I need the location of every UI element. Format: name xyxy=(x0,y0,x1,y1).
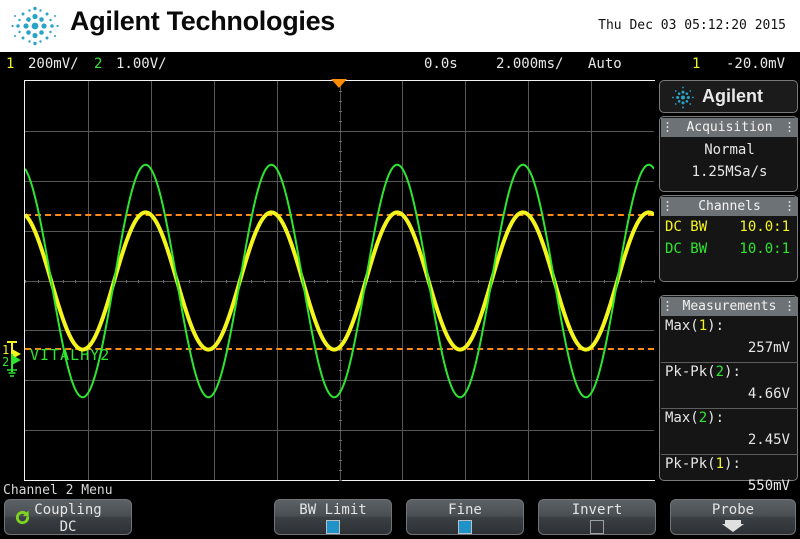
divider xyxy=(661,362,798,363)
acquisition-panel[interactable]: Acquisition Normal 1.25MSa/s xyxy=(659,116,798,192)
app-header: Agilent Technologies Thu Dec 03 05:12:20… xyxy=(0,0,800,52)
ch1-coupling: DC BW xyxy=(665,219,708,235)
softkey-value: DC xyxy=(59,519,77,535)
measurement-label-prefix: Max( xyxy=(665,318,699,334)
brand-title: Agilent Technologies xyxy=(70,6,336,36)
ch1-probe-ratio: 10.0:1 xyxy=(739,219,790,235)
measurement-source: 1 xyxy=(698,318,708,334)
ch2-volts-per-div[interactable]: 1.00V/ xyxy=(116,56,167,72)
waveform-display[interactable]: 1 2 VITALHY2 xyxy=(0,79,655,482)
ch2-probe-ratio: 10.0:1 xyxy=(739,241,790,257)
measurement-label: Pk-Pk(1): xyxy=(665,456,741,472)
softkey-label: Invert xyxy=(571,502,623,518)
ch1-indicator[interactable]: 1 xyxy=(6,56,14,72)
measurement-label-suffix: ): xyxy=(707,318,725,334)
measurement-label: Pk-Pk(2): xyxy=(665,364,741,380)
panel-grip-left xyxy=(666,300,669,311)
softkey-fine[interactable]: Fine xyxy=(406,499,524,535)
acquisition-mode: Normal xyxy=(704,142,755,158)
measurement-value: 550mV xyxy=(747,478,790,494)
measurement-label-suffix: ): xyxy=(724,456,741,472)
softkey-coupling[interactable]: Coupling DC xyxy=(4,499,132,535)
panel-grip-left xyxy=(666,200,669,211)
agilent-starburst-logo xyxy=(11,6,59,46)
softkey-bw-limit[interactable]: BW Limit xyxy=(274,499,392,535)
waveform-traces xyxy=(25,163,654,399)
softkey-label: Probe xyxy=(711,502,755,518)
measurements-title: Measurements xyxy=(661,297,798,316)
panel-grip-right xyxy=(788,121,791,132)
date-time: Thu Dec 03 05:12:20 2015 xyxy=(598,18,786,33)
softkey-label: Fine xyxy=(448,502,482,518)
sidebar-brand: Agilent xyxy=(659,80,798,113)
status-bar: 1 200mV/ 2 1.00V/ 0.0s 2.000ms/ Auto 1 -… xyxy=(0,52,800,124)
acquisition-title: Acquisition xyxy=(661,118,798,137)
measurement-value: 257mV xyxy=(747,340,790,356)
down-arrow-icon xyxy=(722,520,744,532)
ch2-coupling: DC BW xyxy=(665,241,708,257)
softkey-probe[interactable]: Probe xyxy=(670,499,796,535)
ch2-indicator[interactable]: 2 xyxy=(94,56,102,72)
measurement-source: 2 xyxy=(715,364,725,380)
trace-channel-2 xyxy=(25,163,654,399)
channels-panel[interactable]: Channels DC BW 10.0:1 DC BW 10.0:1 xyxy=(659,195,798,282)
softkey-invert[interactable]: Invert xyxy=(538,499,656,535)
measurement-label-prefix: Pk-Pk( xyxy=(665,456,716,472)
panel-grip-left xyxy=(666,121,669,132)
measurement-source: 1 xyxy=(715,456,725,472)
agilent-starburst-logo xyxy=(672,86,694,109)
invert-checkbox[interactable] xyxy=(590,520,604,534)
measurement-label: Max(2): xyxy=(665,410,724,426)
measurement-value: 2.45V xyxy=(747,432,790,448)
time-position[interactable]: 0.0s xyxy=(424,56,458,72)
ch1-volts-per-div[interactable]: 200mV/ xyxy=(28,56,79,72)
measurement-source: 2 xyxy=(698,410,708,426)
sidebar-brand-text: Agilent xyxy=(702,86,763,106)
oscilloscope-screen: Agilent Technologies Thu Dec 03 05:12:20… xyxy=(0,0,800,539)
channels-title: Channels xyxy=(661,197,798,216)
measurement-label-suffix: ): xyxy=(724,364,741,380)
softkey-label: BW Limit xyxy=(299,502,367,518)
softkey-label: Coupling xyxy=(34,502,102,518)
fine-checkbox[interactable] xyxy=(458,520,472,534)
softkey-menu-title: Channel 2 Menu xyxy=(3,483,113,498)
measurement-label-prefix: Pk-Pk( xyxy=(665,364,716,380)
panel-grip-right xyxy=(788,200,791,211)
measurements-panel[interactable]: Measurements Max(1): 257mV Pk-Pk(2): 4.6… xyxy=(659,295,798,494)
bw-limit-checkbox[interactable] xyxy=(326,520,340,534)
svg-text:2: 2 xyxy=(2,355,9,369)
time-per-div[interactable]: 2.000ms/ xyxy=(496,56,563,72)
trigger-level[interactable]: -20.0mV xyxy=(726,56,785,72)
acquisition-sample-rate: 1.25MSa/s xyxy=(691,164,768,180)
sidebar: Agilent Acquisition Normal 1.25MSa/s Cha… xyxy=(657,80,800,494)
sweep-mode[interactable]: Auto xyxy=(588,56,622,72)
divider xyxy=(661,408,798,409)
measurement-label-suffix: ): xyxy=(707,410,725,426)
trace-channel-1 xyxy=(25,210,654,352)
measurement-value: 4.66V xyxy=(747,386,790,402)
divider xyxy=(661,454,798,455)
trigger-source[interactable]: 1 xyxy=(692,56,700,72)
measurement-label-prefix: Max( xyxy=(665,410,699,426)
panel-grip-right xyxy=(788,300,791,311)
measurement-label: Max(1): xyxy=(665,318,724,334)
